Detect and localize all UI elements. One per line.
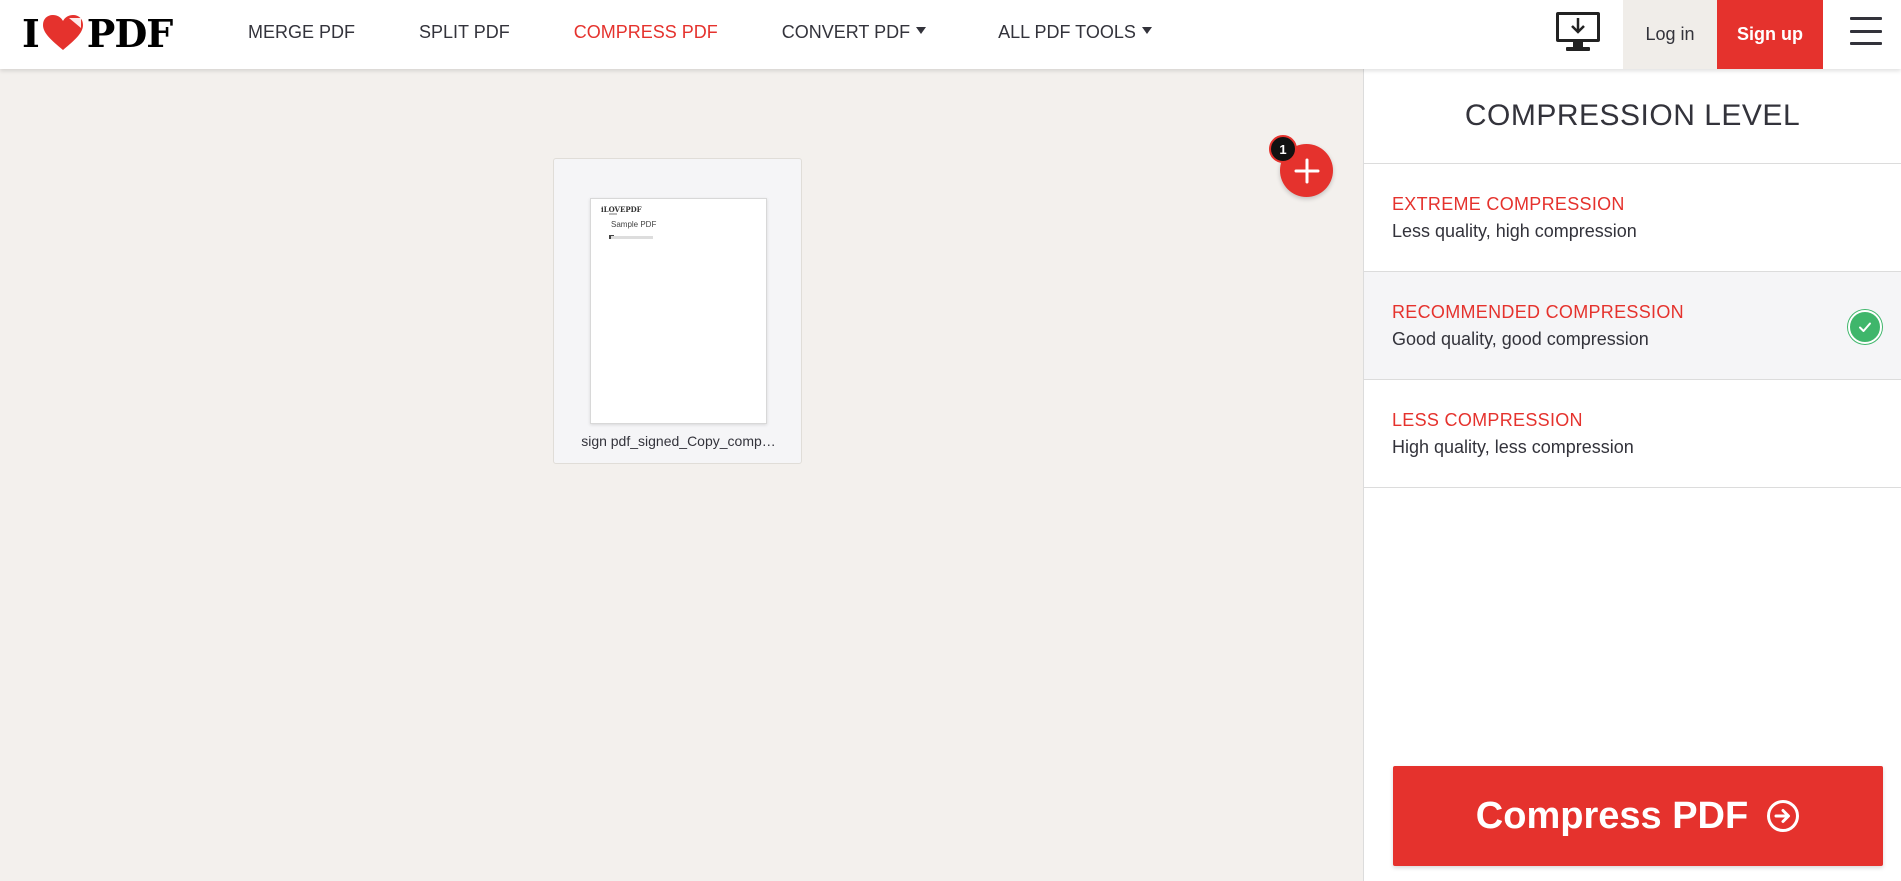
thumbnail-title: Sample PDF (611, 220, 657, 229)
nav-split-pdf-label: SPLIT PDF (419, 22, 510, 42)
caret-down-icon (1141, 27, 1152, 34)
caret-down-icon (916, 27, 927, 34)
heart-icon (42, 15, 83, 50)
option-recommended-compression[interactable]: RECOMMENDED COMPRESSION Good quality, go… (1364, 272, 1901, 380)
arrow-circle-right-icon (1767, 800, 1800, 832)
option-title: RECOMMENDED COMPRESSION (1392, 302, 1684, 322)
compress-pdf-label: Compress PDF (1475, 794, 1749, 837)
plus-icon (1294, 158, 1319, 183)
option-less-compression[interactable]: LESS COMPRESSION High quality, less comp… (1364, 380, 1901, 488)
file-card[interactable]: iLOVEPDF Sample PDF sign pdf_signed_Copy… (553, 158, 802, 464)
option-extreme-compression[interactable]: EXTREME COMPRESSION Less quality, high c… (1364, 164, 1901, 272)
nav-merge-pdf[interactable]: MERGE PDF (248, 22, 355, 43)
option-title: LESS COMPRESSION (1392, 410, 1583, 430)
menu-line (1850, 29, 1882, 33)
hamburger-menu-icon[interactable] (1850, 17, 1882, 45)
signup-label: Sign up (1737, 24, 1803, 44)
signup-button[interactable]: Sign up (1717, 0, 1823, 69)
top-header: I PDF MERGE PDF SPLIT PDF COMPRESS PDF C… (0, 0, 1901, 69)
login-button[interactable]: Log in (1623, 0, 1717, 69)
menu-line (1850, 42, 1882, 45)
file-thumbnail: iLOVEPDF Sample PDF (590, 198, 767, 424)
desktop-download-icon (1556, 12, 1600, 51)
nav-compress-pdf[interactable]: COMPRESS PDF (574, 22, 718, 43)
nav-merge-pdf-label: MERGE PDF (248, 22, 356, 42)
option-description: High quality, less compression (1392, 437, 1634, 457)
main-nav: MERGE PDF SPLIT PDF COMPRESS PDF CONVERT… (248, 0, 1216, 65)
thumbnail-logo: iLOVEPDF (601, 205, 642, 214)
check-icon (1848, 310, 1882, 344)
option-title: EXTREME COMPRESSION (1392, 194, 1625, 214)
nav-split-pdf[interactable]: SPLIT PDF (419, 22, 510, 43)
nav-all-pdf-tools[interactable]: ALL PDF TOOLS (998, 22, 1152, 43)
sidebar-title: COMPRESSION LEVEL (1364, 69, 1901, 164)
option-description: Good quality, good compression (1392, 329, 1649, 349)
nav-compress-pdf-label: COMPRESS PDF (573, 22, 718, 42)
option-description: Less quality, high compression (1392, 221, 1637, 241)
file-count-badge: 1 (1269, 135, 1297, 163)
file-name: sign pdf_signed_Copy_comp… (581, 433, 776, 449)
menu-line (1850, 17, 1882, 20)
file-workspace: iLOVEPDF Sample PDF sign pdf_signed_Copy… (0, 69, 1363, 881)
logo-text-pdf: PDF (86, 10, 174, 56)
logo-letter-i: I (22, 10, 40, 56)
compression-sidebar: COMPRESSION LEVEL EXTREME COMPRESSION Le… (1363, 69, 1901, 881)
thumbnail-divider (609, 213, 617, 215)
thumbnail-text-line (611, 236, 653, 239)
login-label: Log in (1645, 24, 1695, 44)
desktop-app-button[interactable] (1554, 10, 1602, 54)
nav-convert-pdf[interactable]: CONVERT PDF (781, 22, 927, 43)
nav-convert-pdf-label: CONVERT PDF (781, 22, 911, 42)
compress-pdf-button[interactable]: Compress PDF (1393, 766, 1883, 866)
nav-all-pdf-tools-label: ALL PDF TOOLS (998, 22, 1136, 42)
ilovepdf-logo[interactable]: I PDF (22, 10, 174, 56)
